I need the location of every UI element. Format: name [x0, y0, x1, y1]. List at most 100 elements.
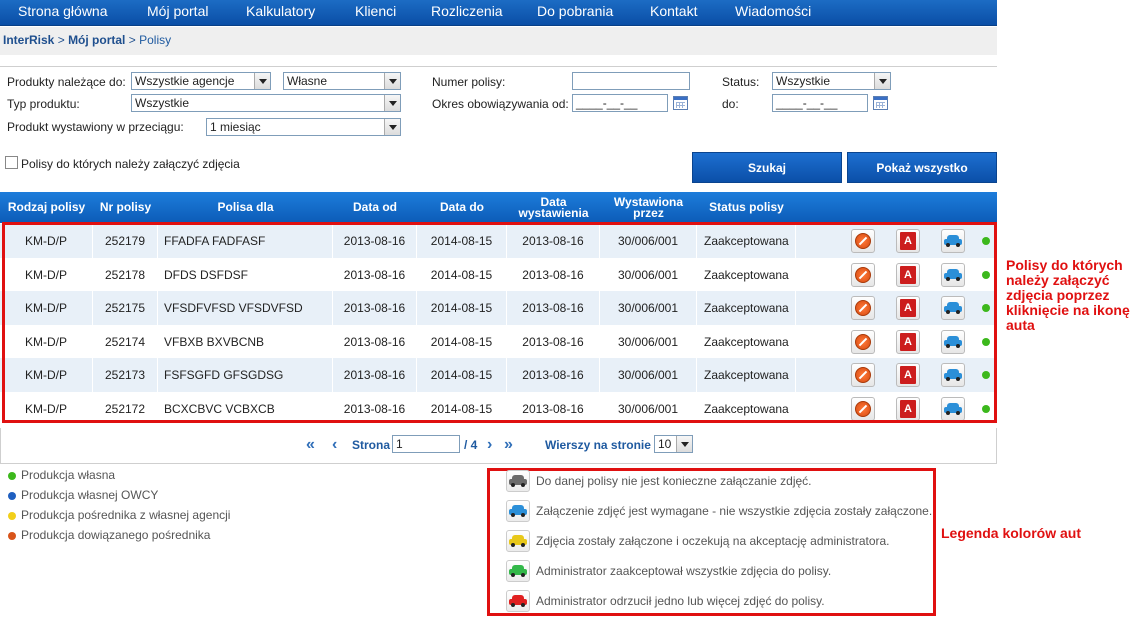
own-select-value: Własne: [287, 74, 328, 88]
legend-item: Produkcja pośrednika z własnej agencji: [8, 508, 230, 522]
dot-icon: [8, 472, 16, 480]
status-select-value: Wszystkie: [776, 74, 830, 88]
chevron-down-icon: [384, 95, 400, 111]
date-to-label: do:: [722, 97, 739, 111]
annotation-line: kliknięcie na ikonę: [1006, 302, 1130, 318]
nav-settlements[interactable]: Rozliczenia: [431, 3, 503, 19]
chevron-down-icon: [254, 73, 270, 89]
breadcrumb-separator: >: [128, 33, 136, 47]
legend-label: Produkcja dowiązanego pośrednika: [21, 528, 211, 542]
legend-item: Produkcja dowiązanego pośrednika: [8, 528, 210, 542]
car-legend-label: Zdjęcia zostały załączone i oczekują na …: [536, 534, 890, 548]
col-number[interactable]: Nr polisy: [93, 192, 158, 223]
dot-icon: [8, 492, 16, 500]
col-issue-date[interactable]: Data wystawienia: [507, 192, 600, 223]
annotation-line: Polisy do których: [1006, 257, 1123, 273]
status-select[interactable]: Wszystkie: [772, 72, 891, 90]
page-total: / 4: [464, 438, 478, 452]
car-legend-label: Administrator zaakceptował wszystkie zdj…: [536, 564, 832, 578]
period-select-value: 1 miesiąc: [210, 120, 261, 134]
type-select[interactable]: Wszystkie: [131, 94, 401, 112]
nav-contact[interactable]: Kontakt: [650, 3, 697, 19]
nav-home[interactable]: Strona główna: [18, 3, 108, 19]
chevron-down-icon: [384, 119, 400, 135]
agency-select-value: Wszystkie agencje: [135, 74, 235, 88]
col-date-from[interactable]: Data od: [333, 192, 417, 223]
pager: « ‹ Strona 1 / 4 › » Wierszy na stronie …: [0, 428, 997, 464]
annotation-line: auta: [1006, 317, 1035, 333]
page-input[interactable]: 1: [392, 435, 460, 453]
date-from-input[interactable]: ____-__-__: [572, 94, 668, 112]
car-color-icon: [509, 565, 527, 577]
col-issued-by[interactable]: Wystawiona przez: [600, 192, 697, 223]
agency-select[interactable]: Wszystkie agencje: [131, 72, 271, 90]
nav-messages[interactable]: Wiadomości: [735, 3, 811, 19]
breadcrumb: InterRisk > Mój portal > Polisy: [0, 27, 997, 55]
rows-per-page-label: Wierszy na stronie: [545, 438, 651, 452]
car-color-icon: [509, 505, 527, 517]
date-to-input[interactable]: ____-__-__: [772, 94, 868, 112]
car-icon: [506, 470, 530, 492]
page-label: Strona: [352, 438, 391, 452]
breadcrumb-current: Polisy: [139, 33, 172, 47]
nav-my-portal[interactable]: Mój portal: [147, 3, 208, 19]
nav-clients[interactable]: Klienci: [355, 3, 396, 19]
legend-item: Produkcja własna: [8, 468, 115, 482]
filter-panel: Produkty należące do: Wszystkie agencje …: [0, 66, 997, 184]
calendar-icon[interactable]: [673, 96, 688, 110]
breadcrumb-separator: >: [57, 33, 65, 47]
type-select-value: Wszystkie: [135, 96, 189, 110]
chevron-down-icon: [676, 436, 692, 452]
first-page-icon[interactable]: «: [306, 436, 315, 454]
car-color-icon: [509, 535, 527, 547]
top-nav: Strona główna Mój portal Kalkulatory Kli…: [0, 0, 997, 26]
car-icon: [506, 500, 530, 522]
legend-label: Produkcja własnej OWCY: [21, 488, 159, 502]
col-for[interactable]: Polisa dla: [158, 192, 333, 223]
car-color-icon: [509, 595, 527, 607]
nav-downloads[interactable]: Do pobrania: [537, 3, 613, 19]
car-icon: [506, 530, 530, 552]
policy-number-input[interactable]: [572, 72, 690, 90]
calendar-icon[interactable]: [873, 96, 888, 110]
highlight-rows-box: [2, 222, 997, 423]
car-legend-label: Do danej polisy nie jest konieczne załąc…: [536, 474, 812, 488]
rows-per-page-value: 10: [658, 437, 672, 451]
last-page-icon[interactable]: »: [504, 436, 513, 454]
car-icon: [506, 560, 530, 582]
own-select[interactable]: Własne: [283, 72, 401, 90]
legend-item: Produkcja własnej OWCY: [8, 488, 158, 502]
dot-icon: [8, 532, 16, 540]
legend-label: Produkcja własna: [21, 468, 116, 482]
search-button[interactable]: Szukaj: [692, 152, 842, 183]
period-select[interactable]: 1 miesiąc: [206, 118, 401, 136]
car-legend-label: Załączenie zdjęć jest wymagane - nie wsz…: [536, 504, 933, 518]
breadcrumb-root[interactable]: InterRisk: [3, 33, 54, 47]
rows-per-page-select[interactable]: 10: [654, 435, 693, 453]
policy-number-label: Numer polisy:: [432, 75, 506, 89]
chevron-down-icon: [874, 73, 890, 89]
nav-calculators[interactable]: Kalkulatory: [246, 3, 315, 19]
chevron-down-icon: [384, 73, 400, 89]
annotation-line: zdjęcia poprzez: [1006, 287, 1110, 303]
dot-icon: [8, 512, 16, 520]
next-page-icon[interactable]: ›: [487, 436, 492, 454]
period-label: Produkt wystawiony w przeciągu:: [7, 120, 184, 134]
status-label: Status:: [722, 75, 760, 89]
col-status[interactable]: Status polisy: [697, 192, 796, 223]
car-color-icon: [509, 475, 527, 487]
annotation-line: należy załączyć: [1006, 272, 1110, 288]
photos-checkbox[interactable]: [5, 156, 18, 169]
show-all-button[interactable]: Pokaż wszystko: [847, 152, 997, 183]
legend-label: Produkcja pośrednika z własnej agencji: [21, 508, 231, 522]
legend-annotation: Legenda kolorów aut: [941, 525, 1082, 541]
col-type[interactable]: Rodzaj polisy: [0, 192, 93, 223]
photos-checkbox-label: Polisy do których należy załączyć zdjęci…: [21, 157, 240, 171]
rows-annotation: Polisy do których należy załączyć zdjęci…: [1006, 258, 1130, 333]
validity-label: Okres obowiązywania od:: [432, 97, 569, 111]
car-icon: [506, 590, 530, 612]
col-date-to[interactable]: Data do: [417, 192, 507, 223]
prev-page-icon[interactable]: ‹: [332, 436, 337, 454]
table-header: Rodzaj polisy Nr polisy Polisa dla Data …: [0, 192, 997, 223]
breadcrumb-portal[interactable]: Mój portal: [68, 33, 125, 47]
